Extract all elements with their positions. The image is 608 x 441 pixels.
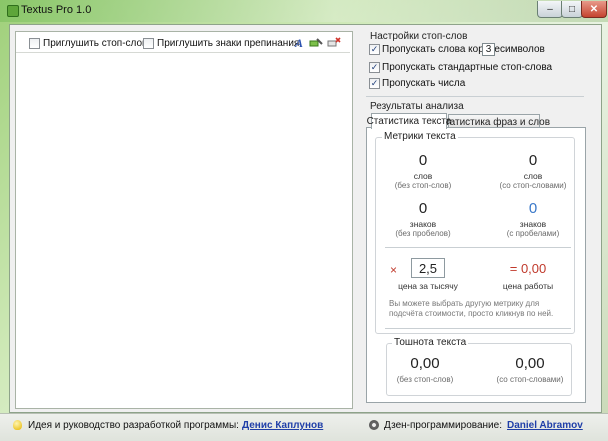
zen-credit-text: Дзен-программирование: [384, 420, 502, 431]
mute-punctuation-checkbox[interactable] [143, 38, 154, 49]
chars-no-spaces-value[interactable]: 0 [385, 200, 461, 217]
clear-format-icon[interactable] [327, 36, 341, 50]
min-word-length-input[interactable]: 3 [482, 43, 495, 56]
settings-divider [366, 96, 584, 97]
metric-hint: Вы можете выбрать другую метрику для под… [389, 299, 554, 318]
words-no-stop-value[interactable]: 0 [385, 152, 461, 169]
chars-with-spaces-sub: (с пробелами) [506, 229, 560, 238]
mute-stopwords-checkbox[interactable] [29, 38, 40, 49]
words-with-stop-value[interactable]: 0 [495, 152, 571, 169]
chars-with-spaces-value[interactable]: 0 [495, 200, 571, 217]
words-no-stop-label: слов [413, 171, 433, 181]
highlight-icon[interactable] [309, 36, 323, 50]
work-price-label: цена работы [502, 281, 554, 291]
metrics-title: Метрики текста [382, 131, 458, 142]
price-per-thousand-input[interactable]: 2,5 [411, 258, 445, 278]
zen-author-link[interactable]: Daniel Abramov [507, 420, 583, 431]
metrics-divider-1 [385, 247, 571, 248]
work-price-value: = 0,00 [509, 261, 547, 276]
words-with-stop-label: слов [523, 171, 543, 181]
stopword-settings-title: Настройки стоп-слов [370, 31, 468, 42]
idea-credit-text: Идея и руководство разработкой программы… [28, 420, 239, 431]
words-with-stop-sub: (со стоп-словами) [499, 181, 567, 190]
maximize-button[interactable]: □ [561, 1, 583, 18]
mute-stopwords-label[interactable]: Приглушить стоп-слова [43, 38, 153, 49]
chars-no-spaces-label: знаков [409, 219, 437, 229]
idea-author-link[interactable]: Денис Каплунов [242, 420, 323, 431]
window-title: Textus Pro 1.0 [21, 4, 92, 16]
lightbulb-icon [13, 420, 22, 430]
nausea-title: Тошнота текста [392, 337, 469, 348]
mute-punctuation-label[interactable]: Приглушить знаки препинания [157, 38, 299, 49]
font-icon[interactable]: A [292, 36, 306, 50]
nausea-with-stop-value: 0,00 [515, 355, 545, 372]
skip-standard-stopwords-checkbox[interactable]: ✓ [369, 62, 380, 73]
words-no-stop-sub: (без стоп-слов) [394, 181, 452, 190]
nausea-with-stop-sub: (со стоп-словами) [496, 375, 564, 384]
nausea-no-stop-sub: (без стоп-слов) [396, 375, 454, 384]
analysis-results-title: Результаты анализа [370, 101, 464, 112]
close-button[interactable]: ✕ [581, 1, 607, 18]
nausea-no-stop-value: 0,00 [410, 355, 440, 372]
chars-no-spaces-sub: (без пробелов) [395, 229, 451, 238]
gear-icon [369, 420, 379, 430]
app-icon [7, 5, 19, 17]
skip-standard-stopwords-label[interactable]: Пропускать стандартные стоп-слова [382, 62, 552, 73]
skip-short-words-checkbox[interactable]: ✓ [369, 44, 380, 55]
skip-numbers-label[interactable]: Пропускать числа [382, 78, 465, 89]
symbols-label: символов [500, 44, 545, 55]
skip-numbers-checkbox[interactable]: ✓ [369, 78, 380, 89]
chars-with-spaces-label: знаков [519, 219, 547, 229]
tab-text-stats[interactable]: Статистика текста [367, 113, 451, 129]
price-per-thousand-label: цена за тысячу [398, 281, 458, 291]
minimize-button[interactable]: – [537, 1, 563, 18]
metrics-divider-2 [385, 328, 571, 329]
text-editor[interactable] [15, 31, 353, 409]
multiply-sign: × [390, 263, 398, 277]
